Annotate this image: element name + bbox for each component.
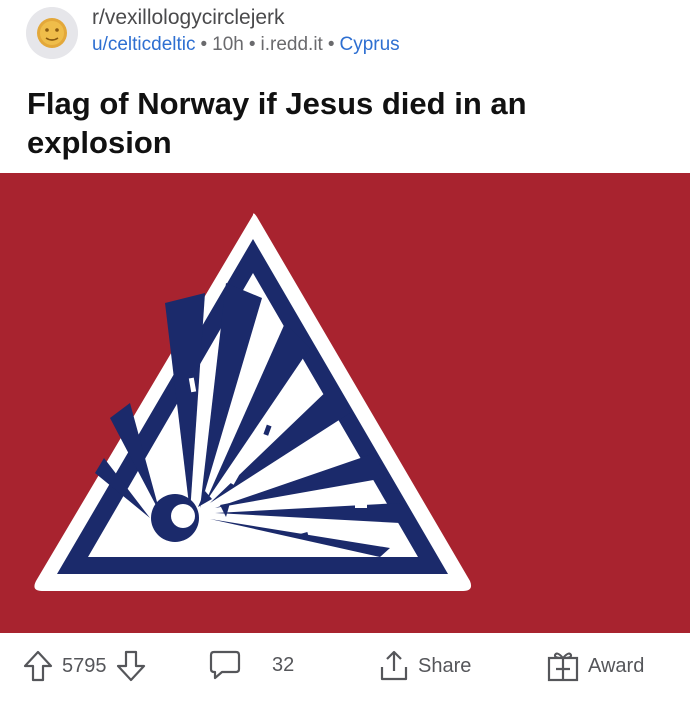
subreddit-name[interactable]: r/vexillologycirclejerk (92, 6, 285, 30)
comment-count: 32 (272, 653, 295, 676)
separator-dot: • (327, 34, 335, 55)
share-label: Share (418, 654, 472, 677)
post-domain[interactable]: i.redd.it (261, 34, 323, 55)
award-label: Award (588, 654, 645, 677)
post-header: r/vexillologycirclejerk u/celticdeltic • 1… (0, 0, 690, 80)
separator-dot: • (248, 34, 256, 55)
post-age: 10h (212, 34, 244, 55)
upvote-arrow-icon[interactable] (22, 649, 54, 683)
share-icon (380, 650, 408, 681)
downvote-arrow-icon[interactable] (115, 649, 147, 683)
share-button[interactable]: Share (378, 649, 471, 683)
upvote-count: 5795 (62, 654, 107, 677)
vote-group: 5795 (22, 649, 147, 683)
action-bar: 5795 32 Share Award (0, 633, 690, 702)
sun-face-icon (26, 7, 78, 59)
gift-icon (547, 652, 579, 682)
post-flair[interactable]: Cyprus (339, 34, 399, 55)
author-link[interactable]: u/celticdeltic (92, 34, 196, 55)
award-button[interactable]: Award (546, 649, 644, 683)
subreddit-avatar[interactable] (26, 7, 78, 59)
post-title[interactable]: Flag of Norway if Jesus died in an explo… (27, 84, 667, 162)
separator-dot: • (200, 34, 208, 55)
comments-button[interactable]: 32 (208, 649, 294, 681)
comment-bubble-icon (209, 650, 241, 680)
post-meta: u/celticdeltic • 10h • i.redd.it • Cyprus (92, 34, 400, 56)
post-image[interactable] (0, 173, 690, 633)
explosion-warning-triangle-icon (0, 173, 690, 633)
